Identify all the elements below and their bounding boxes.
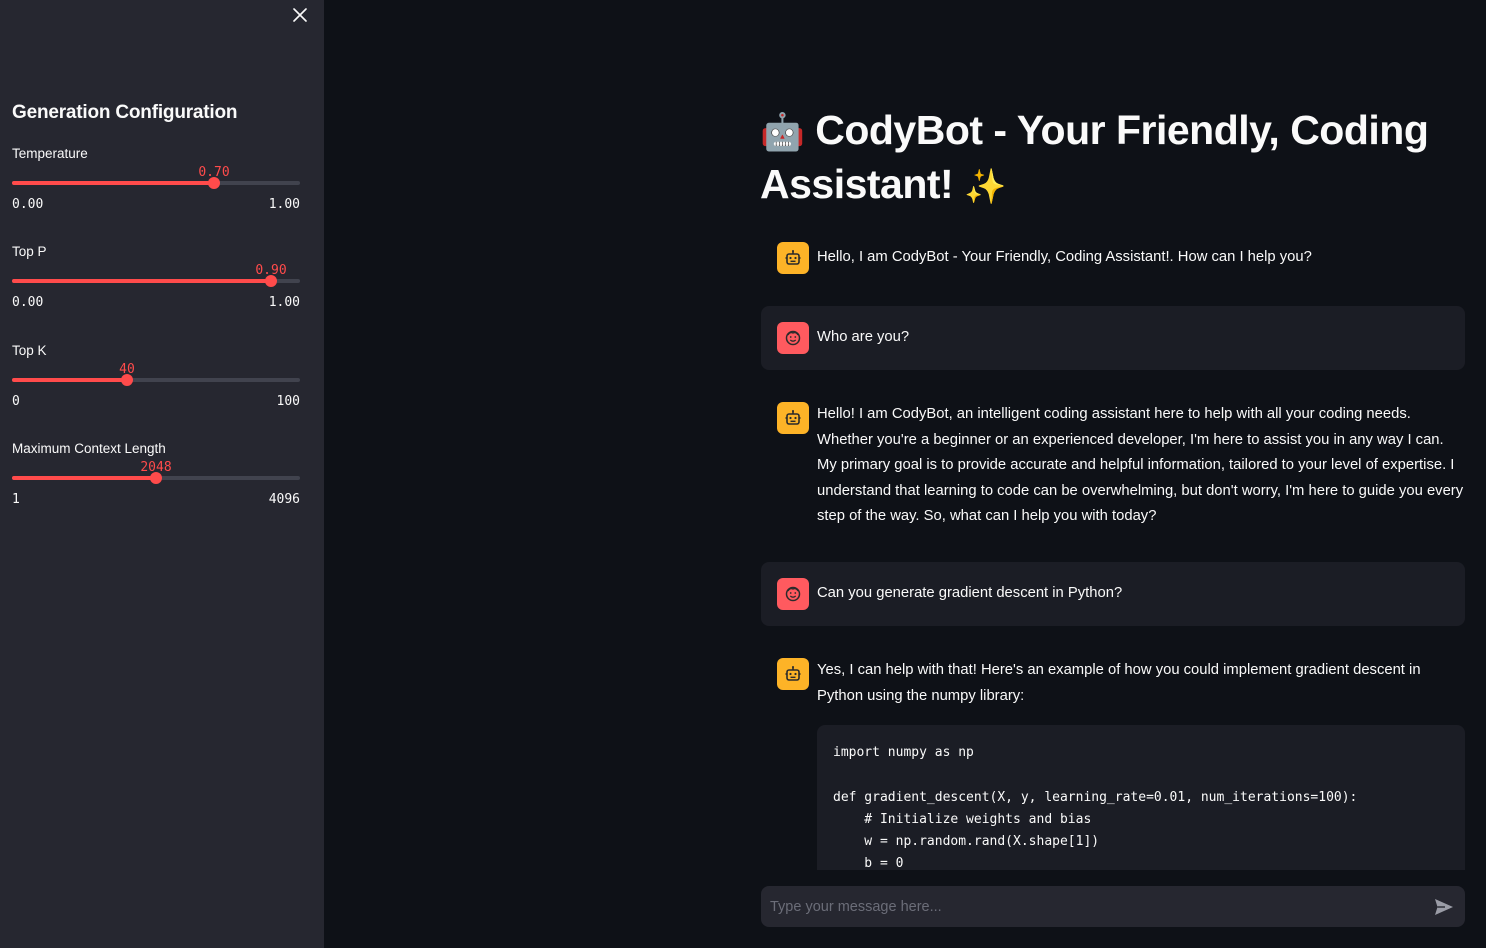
top-k-slider[interactable]: Top K 40 0 100 [12,343,300,423]
slider-fill [12,279,271,283]
slider-label: Top K [12,343,47,358]
user-avatar [777,578,809,610]
slider-thumb[interactable] [121,374,133,386]
message-text: Hello, I am CodyBot - Your Friendly, Cod… [817,249,1312,265]
slider-fill [12,476,156,480]
chat-input[interactable] [761,886,1421,927]
bot-avatar [777,242,809,274]
message-text: Yes, I can help with that! Here's an exa… [817,662,1421,704]
chat-message-user: Who are you? [761,306,1465,370]
chat-message-assistant: Yes, I can help with that! Here's an exa… [761,644,1465,870]
chat-message-user: Can you generate gradient descent in Pyt… [761,562,1465,626]
slider-track[interactable] [12,177,300,189]
slider-min: 0.00 [12,295,44,310]
slider-track[interactable] [12,374,300,386]
slider-track[interactable] [12,472,300,484]
bot-avatar [777,402,809,434]
slider-thumb[interactable] [208,177,220,189]
temperature-slider[interactable]: Temperature 0.70 0.00 1.00 [12,146,300,226]
slider-fill [12,181,214,185]
robot-face-icon [785,410,801,425]
slider-track[interactable] [12,275,300,287]
app: Generation Configuration Temperature 0.7… [0,0,1486,948]
slider-min: 1 [12,492,20,507]
slider-thumb[interactable] [150,472,162,484]
slider-min: 0 [12,394,20,409]
slider-max: 1.00 [268,197,300,212]
close-sidebar-button[interactable] [288,3,312,27]
message-text: Can you generate gradient descent in Pyt… [817,585,1123,601]
main-content: 🤖 CodyBot - Your Friendly, Coding Assist… [324,0,1486,948]
page-title-text: CodyBot - Your Friendly, Coding Assistan… [760,107,1429,207]
sidebar: Generation Configuration Temperature 0.7… [0,0,324,948]
max-context-length-slider[interactable]: Maximum Context Length 2048 1 4096 [12,441,300,521]
message-text: Who are you? [817,329,910,345]
smiley-face-icon [785,330,801,346]
page-title: 🤖 CodyBot - Your Friendly, Coding Assist… [760,104,1460,214]
sparkles-icon: ✨ [964,168,1006,206]
chat-message-assistant: Hello, I am CodyBot - Your Friendly, Cod… [761,228,1465,288]
send-icon [1435,899,1453,915]
close-icon [293,8,307,22]
slider-max: 4096 [268,492,300,507]
chat-input-container [761,886,1465,927]
chat-messages[interactable]: Hello, I am CodyBot - Your Friendly, Cod… [761,228,1465,870]
slider-max: 100 [276,394,300,409]
smiley-face-icon [785,586,801,602]
robot-icon: 🤖 [760,111,805,152]
slider-label: Temperature [12,146,88,161]
bot-avatar [777,658,809,690]
slider-label: Maximum Context Length [12,441,166,456]
send-button[interactable] [1433,896,1455,918]
chat-message-assistant: Hello! I am CodyBot, an intelligent codi… [761,388,1465,548]
robot-face-icon [785,666,801,681]
slider-thumb[interactable] [265,275,277,287]
message-text: Hello! I am CodyBot, an intelligent codi… [817,406,1464,525]
code-content: import numpy as np def gradient_descent(… [833,745,1358,870]
robot-face-icon [785,250,801,265]
code-block[interactable]: import numpy as np def gradient_descent(… [817,725,1465,870]
slider-min: 0.00 [12,197,44,212]
slider-fill [12,378,127,382]
slider-label: Top P [12,244,47,259]
slider-max: 1.00 [268,295,300,310]
sidebar-title: Generation Configuration [12,102,238,123]
top-p-slider[interactable]: Top P 0.90 0.00 1.00 [12,244,300,324]
user-avatar [777,322,809,354]
